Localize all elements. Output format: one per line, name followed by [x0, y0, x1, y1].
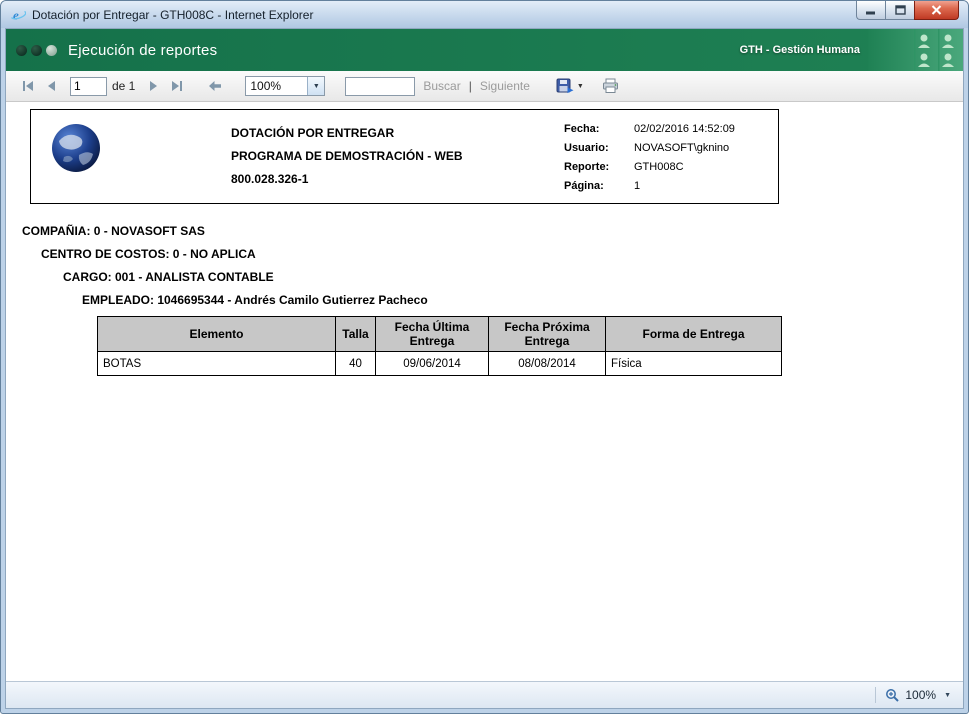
meta-value: 1: [634, 180, 641, 192]
next-page-button[interactable]: [143, 76, 163, 96]
ie-window: e Dotación por Entregar - GTH008C - Inte…: [0, 0, 969, 714]
group-cargo: CARGO: 001 - ANALISTA CONTABLE: [63, 270, 274, 284]
find-next-link[interactable]: Siguiente: [480, 79, 530, 93]
report-meta: Fecha: 02/02/2016 14:52:09 Usuario: NOVA…: [564, 120, 735, 196]
find-separator: |: [468, 79, 472, 93]
maximize-button[interactable]: [885, 1, 914, 20]
browser-client-area: Ejecución de reportes GTH - Gestión Huma…: [5, 28, 964, 709]
zoom-select-value: 100%: [250, 79, 282, 93]
people-graphic: [868, 29, 963, 71]
chevron-down-icon: ▼: [944, 691, 951, 699]
last-page-icon: [172, 81, 183, 91]
first-page-button[interactable]: [18, 76, 38, 96]
close-button[interactable]: [914, 1, 959, 20]
back-arrow-icon: [209, 81, 222, 91]
search-input[interactable]: [345, 76, 416, 96]
meta-label: Página:: [564, 180, 604, 192]
minimize-button[interactable]: [856, 1, 885, 20]
print-button[interactable]: [602, 78, 619, 94]
zoom-magnifier-icon: [886, 688, 900, 702]
report-title: DOTACIÓN POR ENTREGAR: [231, 126, 395, 140]
group-centro-costos: CENTRO DE COSTOS: 0 - NO APLICA: [41, 247, 256, 261]
window-title: Dotación por Entregar - GTH008C - Intern…: [32, 7, 314, 22]
report-toolbar: de 1 100% ▼ Buscar |: [6, 71, 963, 102]
first-page-icon: [23, 81, 33, 91]
chevron-down-icon: ▼: [307, 77, 325, 95]
group-compania: COMPAÑIA: 0 - NOVASOFT SAS: [22, 224, 205, 238]
export-save-icon: [556, 78, 574, 94]
table-cell: BOTAS: [97, 351, 336, 376]
column-header: Talla: [335, 316, 376, 352]
zoom-select[interactable]: 100% ▼: [245, 76, 326, 96]
report-subtitle: PROGRAMA DE DEMOSTRACIÓN - WEB: [231, 149, 463, 163]
last-page-button[interactable]: [167, 76, 187, 96]
print-icon: [602, 78, 618, 93]
column-header: Fecha Última Entrega: [375, 316, 489, 352]
maximize-icon: [894, 5, 906, 15]
statusbar-zoom-level: 100%: [905, 688, 937, 702]
statusbar-zoom-control[interactable]: 100% ▼: [885, 688, 951, 703]
brand-label: GTH - Gestión Humana: [739, 44, 860, 56]
titlebar[interactable]: e Dotación por Entregar - GTH008C - Inte…: [1, 1, 968, 28]
previous-page-icon: [48, 81, 55, 91]
statusbar-separator: [875, 687, 877, 703]
ie-logo-icon: e: [10, 7, 26, 22]
column-header: Forma de Entrega: [605, 316, 782, 352]
globe-image: [52, 124, 100, 172]
table-cell: 08/08/2014: [488, 351, 606, 376]
table-header-row: Elemento Talla Fecha Última Entrega Fech…: [97, 316, 782, 352]
meta-row: Usuario: NOVASOFT\gknino: [564, 139, 735, 158]
brand-area: GTH - Gestión Humana: [740, 29, 963, 71]
header-dots-icon: [16, 44, 57, 56]
table-cell: 40: [335, 351, 376, 376]
minimize-icon: [866, 11, 875, 14]
svg-text:e: e: [13, 7, 19, 22]
table-cell: Física: [605, 351, 782, 376]
report-groups: COMPAÑIA: 0 - NOVASOFT SAS CENTRO DE COS…: [6, 224, 963, 307]
report-nit: 800.028.326-1: [231, 172, 309, 186]
app-header: Ejecución de reportes GTH - Gestión Huma…: [6, 29, 963, 71]
find-link[interactable]: Buscar: [423, 79, 460, 93]
previous-page-button[interactable]: [42, 76, 62, 96]
meta-value: NOVASOFT\gknino: [634, 142, 730, 154]
app-title: Ejecución de reportes: [68, 41, 218, 59]
group-empleado: EMPLEADO: 1046695344 - Andrés Camilo Gut…: [82, 293, 428, 307]
table-row: BOTAS 40 09/06/2014 08/08/2014 Física: [97, 351, 782, 376]
statusbar: 100% ▼: [6, 681, 963, 708]
column-header: Elemento: [97, 316, 336, 352]
meta-label: Usuario:: [564, 142, 609, 154]
next-page-icon: [150, 81, 158, 91]
meta-value: 02/02/2016 14:52:09: [634, 123, 735, 135]
window-controls: [856, 1, 959, 20]
report-content: DOTACIÓN POR ENTREGAR PROGRAMA DE DEMOST…: [6, 102, 963, 681]
meta-row: Reporte: GTH008C: [564, 158, 735, 177]
page-number-input[interactable]: [70, 76, 107, 96]
report-header-box: DOTACIÓN POR ENTREGAR PROGRAMA DE DEMOST…: [30, 109, 779, 204]
close-icon: [931, 5, 942, 15]
report-table: Elemento Talla Fecha Última Entrega Fech…: [97, 316, 782, 376]
chevron-down-icon: ▼: [576, 82, 584, 90]
meta-value: GTH008C: [634, 161, 684, 173]
meta-row: Página: 1: [564, 177, 735, 196]
meta-label: Fecha:: [564, 123, 600, 135]
report-titles: DOTACIÓN POR ENTREGAR PROGRAMA DE DEMOST…: [231, 122, 463, 191]
meta-row: Fecha: 02/02/2016 14:52:09: [564, 120, 735, 139]
back-to-parent-button[interactable]: [205, 76, 225, 96]
table-cell: 09/06/2014: [375, 351, 489, 376]
column-header: Fecha Próxima Entrega: [488, 316, 606, 352]
meta-label: Reporte:: [564, 161, 610, 173]
page-count-label: de 1: [112, 79, 136, 93]
export-button[interactable]: ▼: [556, 78, 584, 94]
